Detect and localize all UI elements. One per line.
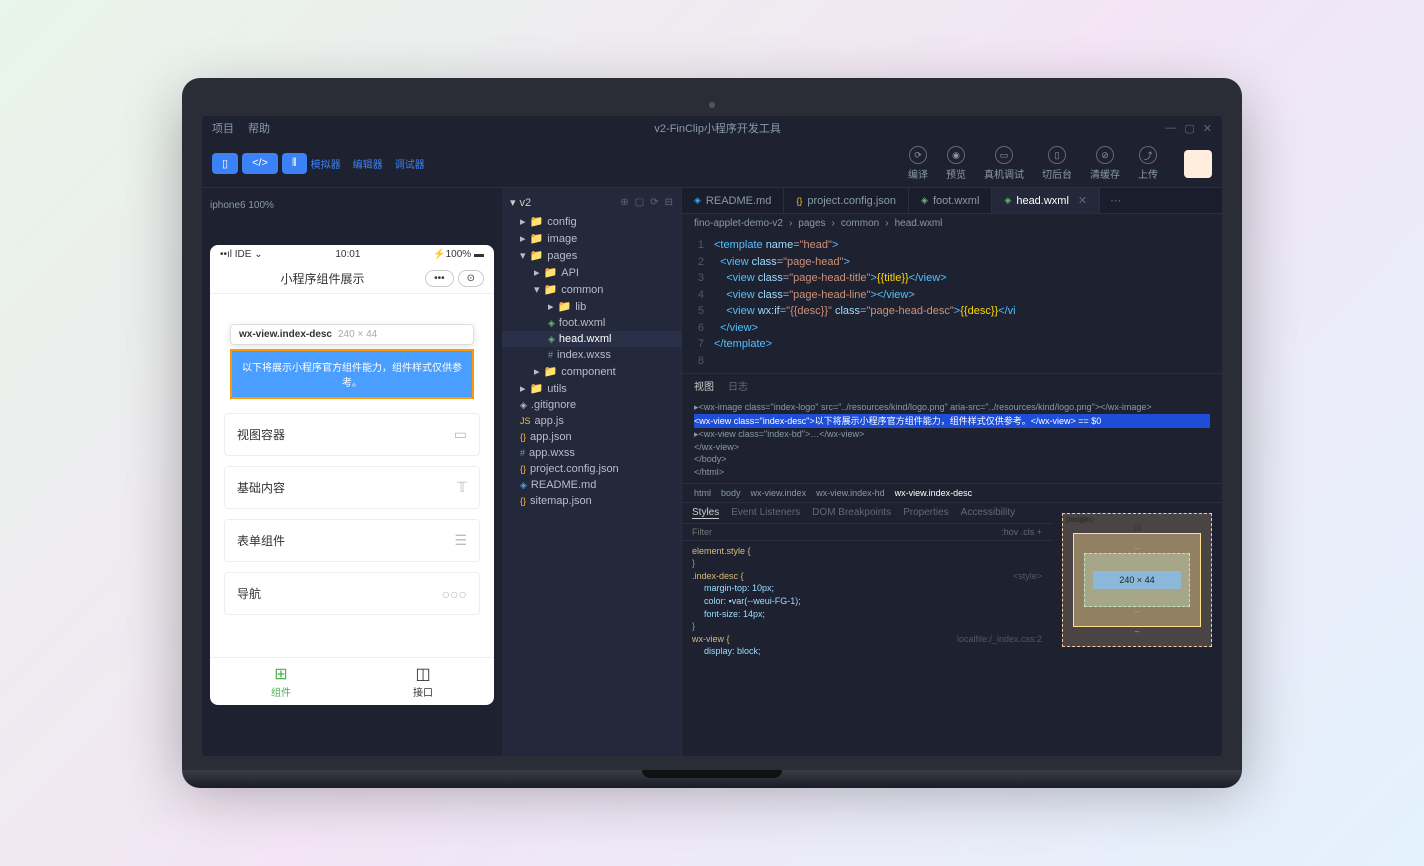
- editor-tab[interactable]: ◈README.md: [682, 188, 784, 213]
- editor-tab[interactable]: {}project.config.json: [784, 188, 909, 213]
- menubar: 项目 帮助 v2-FinClip小程序开发工具 — ▢ ✕: [202, 116, 1222, 140]
- editor-tab[interactable]: ◈head.wxml✕: [992, 188, 1100, 213]
- status-time: 10:01: [335, 249, 360, 260]
- styles-tab[interactable]: Styles: [692, 507, 719, 519]
- tabs-more-icon[interactable]: ⋯: [1100, 188, 1131, 213]
- camera-dot: [709, 102, 715, 108]
- inspector-tooltip: wx-view.index-desc240 × 44: [230, 324, 474, 345]
- styles-tab[interactable]: Event Listeners: [731, 507, 800, 519]
- dom-path-item[interactable]: wx-view.index: [751, 488, 807, 498]
- folder-item[interactable]: ▸ 📁 utils: [502, 380, 681, 397]
- styles-tab[interactable]: Accessibility: [961, 507, 1015, 519]
- tab-api[interactable]: ◫接口: [352, 658, 494, 705]
- preview-button[interactable]: ◉预览: [946, 146, 966, 181]
- close-icon[interactable]: ✕: [1203, 122, 1212, 135]
- dom-tree[interactable]: ▸<wx-image class="index-logo" src="../re…: [682, 397, 1222, 483]
- devtools-tab-console[interactable]: 日志: [728, 378, 748, 393]
- breadcrumb-item[interactable]: common: [841, 218, 879, 229]
- toolbar: ▯ </> ⫴ 模拟器 编辑器 调试器 ⟳编译 ◉预览 ▭真机调试 ▯切后台 ⊘…: [202, 140, 1222, 188]
- capsule-close[interactable]: ⊙: [458, 270, 484, 287]
- mode-label-sim: 模拟器: [311, 156, 341, 171]
- file-item[interactable]: JS app.js: [502, 413, 681, 429]
- clear-cache-button[interactable]: ⊘清缓存: [1090, 146, 1120, 181]
- upload-button[interactable]: ⤴上传: [1138, 146, 1158, 181]
- hov-toggle[interactable]: :hov: [1001, 527, 1018, 537]
- dom-path-item[interactable]: body: [721, 488, 741, 498]
- styles-tab[interactable]: Properties: [903, 507, 949, 519]
- list-item[interactable]: 表单组件☰: [224, 519, 480, 562]
- file-item[interactable]: ◈ README.md: [502, 477, 681, 493]
- dom-path-item[interactable]: html: [694, 488, 711, 498]
- mode-debugger-button[interactable]: ⫴: [282, 153, 307, 174]
- folder-item[interactable]: ▾ 📁 pages: [502, 247, 681, 264]
- mode-editor-button[interactable]: </>: [242, 153, 278, 174]
- breadcrumb: fino-applet-demo-v2›pages›common›head.wx…: [682, 214, 1222, 233]
- page-title: 小程序组件展示: [220, 270, 425, 287]
- styles-tab[interactable]: DOM Breakpoints: [812, 507, 891, 519]
- new-file-icon[interactable]: ⊕: [620, 197, 628, 208]
- file-item[interactable]: {} sitemap.json: [502, 493, 681, 509]
- window-title: v2-FinClip小程序开发工具: [284, 120, 1151, 136]
- editor-tabs: ◈README.md{}project.config.json◈foot.wxm…: [682, 188, 1222, 214]
- tab-components[interactable]: ⊞组件: [210, 658, 352, 705]
- breadcrumb-item[interactable]: pages: [798, 218, 825, 229]
- status-carrier: ••ıl IDE ⌄: [220, 249, 263, 260]
- breadcrumb-item[interactable]: fino-applet-demo-v2: [694, 218, 783, 229]
- editor-tab[interactable]: ◈foot.wxml: [909, 188, 992, 213]
- file-item[interactable]: # app.wxss: [502, 445, 681, 461]
- sim-device-info: iphone6 100%: [210, 196, 494, 215]
- folder-item[interactable]: ▸ 📁 lib: [502, 298, 681, 315]
- file-item[interactable]: {} project.config.json: [502, 461, 681, 477]
- folder-item[interactable]: ▸ 📁 config: [502, 213, 681, 230]
- file-item[interactable]: {} app.json: [502, 429, 681, 445]
- switch-bg-button[interactable]: ▯切后台: [1042, 146, 1072, 181]
- new-folder-icon[interactable]: ▢: [635, 197, 644, 208]
- list-item[interactable]: 视图容器▭: [224, 413, 480, 456]
- mode-label-edit: 编辑器: [353, 156, 383, 171]
- file-item[interactable]: ◈ foot.wxml: [502, 315, 681, 331]
- simulator-panel: iphone6 100% ••ıl IDE ⌄ 10:01 ⚡100% ▬ 小程…: [202, 188, 502, 756]
- project-root[interactable]: v2: [520, 197, 532, 209]
- phone-preview: ••ıl IDE ⌄ 10:01 ⚡100% ▬ 小程序组件展示 ••• ⊙ w…: [210, 245, 494, 705]
- breadcrumb-item[interactable]: head.wxml: [895, 218, 943, 229]
- box-model: margin 10 border – padding – 240 × 44 – …: [1052, 503, 1222, 756]
- maximize-icon[interactable]: ▢: [1184, 122, 1194, 135]
- file-item[interactable]: ◈ .gitignore: [502, 397, 681, 413]
- chevron-down-icon[interactable]: ▾: [510, 196, 516, 209]
- status-battery: ⚡100% ▬: [433, 249, 484, 260]
- remote-debug-button[interactable]: ▭真机调试: [984, 146, 1024, 181]
- list-item[interactable]: 导航○○○: [224, 572, 480, 615]
- menu-help[interactable]: 帮助: [248, 120, 270, 136]
- folder-item[interactable]: ▾ 📁 common: [502, 281, 681, 298]
- css-rules[interactable]: element.style { } .index-desc {<style> m…: [682, 541, 1052, 662]
- list-item[interactable]: 基础内容𝕋: [224, 466, 480, 509]
- styles-filter-input[interactable]: [692, 527, 1001, 537]
- highlighted-element[interactable]: 以下将展示小程序官方组件能力，组件样式仅供参考。: [230, 349, 474, 399]
- compile-button[interactable]: ⟳编译: [908, 146, 928, 181]
- code-editor[interactable]: 1<template name="head">2 <view class="pa…: [682, 233, 1222, 373]
- devtools-tab-elements[interactable]: 视图: [694, 378, 714, 393]
- dom-path-item[interactable]: wx-view.index-hd: [816, 488, 885, 498]
- dom-breadcrumb[interactable]: html body wx-view.index wx-view.index-hd wx-…: [682, 483, 1222, 502]
- devtools-panel: 视图 日志 ▸<wx-image class="index-logo" src=…: [682, 373, 1222, 756]
- collapse-icon[interactable]: ⊟: [665, 197, 673, 208]
- add-rule-icon[interactable]: +: [1037, 527, 1042, 537]
- minimize-icon[interactable]: —: [1165, 122, 1176, 135]
- folder-item[interactable]: ▸ 📁 API: [502, 264, 681, 281]
- file-item[interactable]: # index.wxss: [502, 347, 681, 363]
- dom-path-item[interactable]: wx-view.index-desc: [895, 488, 973, 498]
- folder-item[interactable]: ▸ 📁 image: [502, 230, 681, 247]
- file-item[interactable]: ◈ head.wxml: [502, 331, 681, 347]
- folder-item[interactable]: ▸ 📁 component: [502, 363, 681, 380]
- mode-label-debug: 调试器: [395, 156, 425, 171]
- refresh-icon[interactable]: ⟳: [650, 197, 658, 208]
- menu-project[interactable]: 项目: [212, 120, 234, 136]
- mode-simulator-button[interactable]: ▯: [212, 153, 238, 174]
- capsule-menu[interactable]: •••: [425, 270, 454, 287]
- avatar[interactable]: [1184, 150, 1212, 178]
- file-explorer: ▾ v2 ⊕ ▢ ⟳ ⊟ ▸ 📁 config▸ 📁 image▾ 📁 page…: [502, 188, 682, 756]
- cls-toggle[interactable]: .cls: [1021, 527, 1035, 537]
